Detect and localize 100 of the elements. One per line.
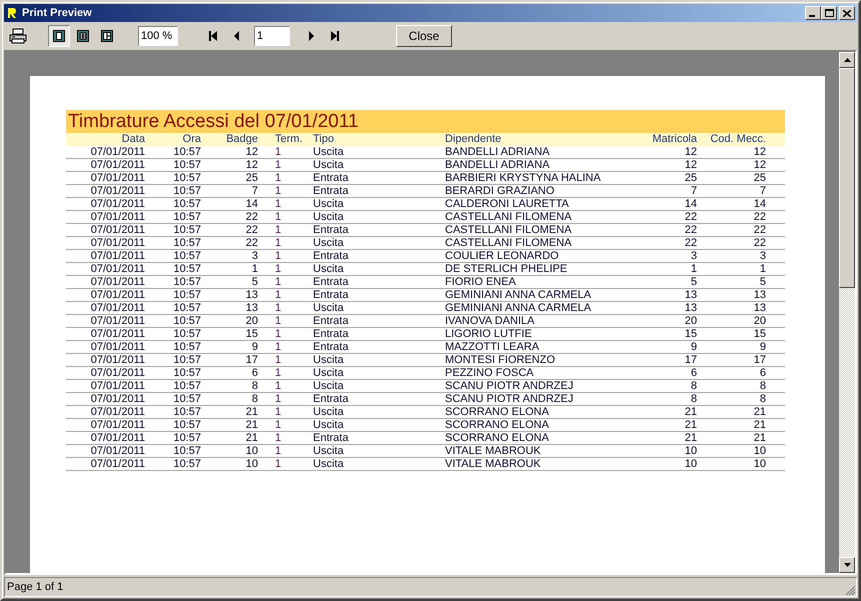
table-cell-text: 10:57 [172,354,201,367]
view-mode-button[interactable] [48,25,70,47]
table-cell-text: GEMINIANI ANNA CARMELA [444,302,592,315]
table-cell-text: 3 [758,250,766,263]
table-cell-text: Entrata [312,276,350,289]
close-icon[interactable] [843,10,851,16]
close-button[interactable] [839,6,855,20]
table-cell-text: Uscita [312,302,345,315]
report-title: Timbrature Accessi del 07/01/2011 [66,110,785,133]
table-cell-text: 1 [274,406,282,419]
table-cell-text: 07/01/2011 [90,146,145,159]
table-cell-text: 1 [250,263,258,276]
last-page-icon[interactable] [330,30,340,42]
table-cell-text: 07/01/2011 [90,354,145,367]
table-cell-text: 07/01/2011 [90,185,145,198]
table-cell-text: 21 [244,432,258,445]
table-cell-text: 1 [758,263,766,276]
table-cell-text: 22 [752,211,766,224]
table-cell-text: 10:57 [172,393,201,406]
table-cell-text: 8 [758,393,766,406]
table-cell-text: 1 [274,276,282,289]
table-cell-text: 1 [274,393,282,406]
table-cell-text: CALDERONI LAURETTA [444,198,570,211]
table-cell-text: 5 [250,276,258,289]
vertical-scrollbar[interactable] [839,52,855,573]
table-cell-text: 10:57 [172,328,201,341]
scroll-down-icon[interactable] [844,563,850,567]
column-header: Dipendente [444,133,502,146]
table-cell-text: 1 [274,211,282,224]
table-cell-text: Entrata [312,224,350,237]
table-cell-text: 13 [752,289,766,302]
table-cell-text: 1 [274,328,282,341]
page-layout-icon[interactable] [101,30,113,42]
table-cell-text: Entrata [312,185,350,198]
table-cell-text: CASTELLANI FILOMENA [444,211,573,224]
table-cell-text: 9 [250,341,258,354]
table-cell-text: 07/01/2011 [90,341,145,354]
table-cell-text: 13 [244,289,258,302]
minimize-button[interactable] [805,6,821,20]
table-cell-text: 07/01/2011 [90,445,145,458]
table-cell-text: Entrata [312,328,350,341]
table-cell-text: Uscita [312,367,345,380]
table-cell-text: 1 [274,445,282,458]
table-cell-text: 07/01/2011 [90,172,145,185]
page-layout-icon[interactable] [77,30,89,42]
close-preview-button[interactable]: Close [396,25,452,47]
window-title: Print Preview [22,7,93,19]
column-header: Term. [274,133,304,146]
table-cell-text: 10 [684,458,697,471]
table-cell-text: 17 [752,354,766,367]
table-cell-text: 10 [684,445,697,458]
table-cell-text: 7 [250,185,258,198]
table-cell-text: 10:57 [172,419,201,432]
page-layout-icon[interactable] [53,30,65,42]
maximize-icon[interactable] [824,9,834,17]
column-header: Ora [182,133,201,146]
next-icon[interactable] [306,30,316,42]
previous-icon[interactable] [232,30,242,42]
maximize-button[interactable] [821,6,837,20]
table-cell-text: 10:57 [172,211,201,224]
table-cell-text: 07/01/2011 [90,302,145,315]
table-cell-text: 3 [690,250,697,263]
table-cell-text: Entrata [312,432,350,445]
table-cell-text: 10:57 [172,276,201,289]
scroll-thumb[interactable] [839,68,855,288]
table-cell-text: 07/01/2011 [90,237,145,250]
table-cell-text: SCORRANO ELONA [444,432,550,445]
table-cell-text: 9 [690,341,697,354]
table-cell-text: 10 [244,445,258,458]
table-cell-text: 10:57 [172,289,201,302]
table-cell-text: 10:57 [172,250,201,263]
table-cell-text: 1 [274,315,282,328]
page-field[interactable]: 1 [254,26,290,46]
scroll-up-icon[interactable] [844,58,850,62]
table-cell-text: 21 [752,406,766,419]
table-cell-text: 10:57 [172,341,201,354]
table-cell-text: 9 [758,341,766,354]
resize-grip-icon[interactable] [845,585,856,596]
zoom-field[interactable]: 100 % [138,26,178,46]
table-cell-text: 21 [752,419,766,432]
table-cell-text: 10 [752,445,766,458]
table-cell-text: 21 [684,406,697,419]
first-page-icon[interactable] [208,30,218,42]
table-cell-text: SCORRANO ELONA [444,419,550,432]
table-cell-text: 10 [244,458,258,471]
table-cell-text: 07/01/2011 [90,328,145,341]
table-cell-text: 10:57 [172,237,201,250]
table-cell-text: Uscita [312,419,345,432]
table-cell-text: FIORIO ENEA [444,276,517,289]
table-cell-text: 12 [684,159,697,172]
table-cell-text: BANDELLI ADRIANA [444,146,551,159]
table-cell-text: 12 [244,159,258,172]
table-cell-text: VITALE MABROUK [444,445,542,458]
table-cell-text: Uscita [312,146,345,159]
table-cell-text: 1 [274,185,282,198]
table-cell-text: 07/01/2011 [90,393,145,406]
table-cell-text: CASTELLANI FILOMENA [444,224,573,237]
table-cell-text: 07/01/2011 [90,432,145,445]
table-cell-text: 20 [752,315,766,328]
table-cell-text: 13 [244,302,258,315]
